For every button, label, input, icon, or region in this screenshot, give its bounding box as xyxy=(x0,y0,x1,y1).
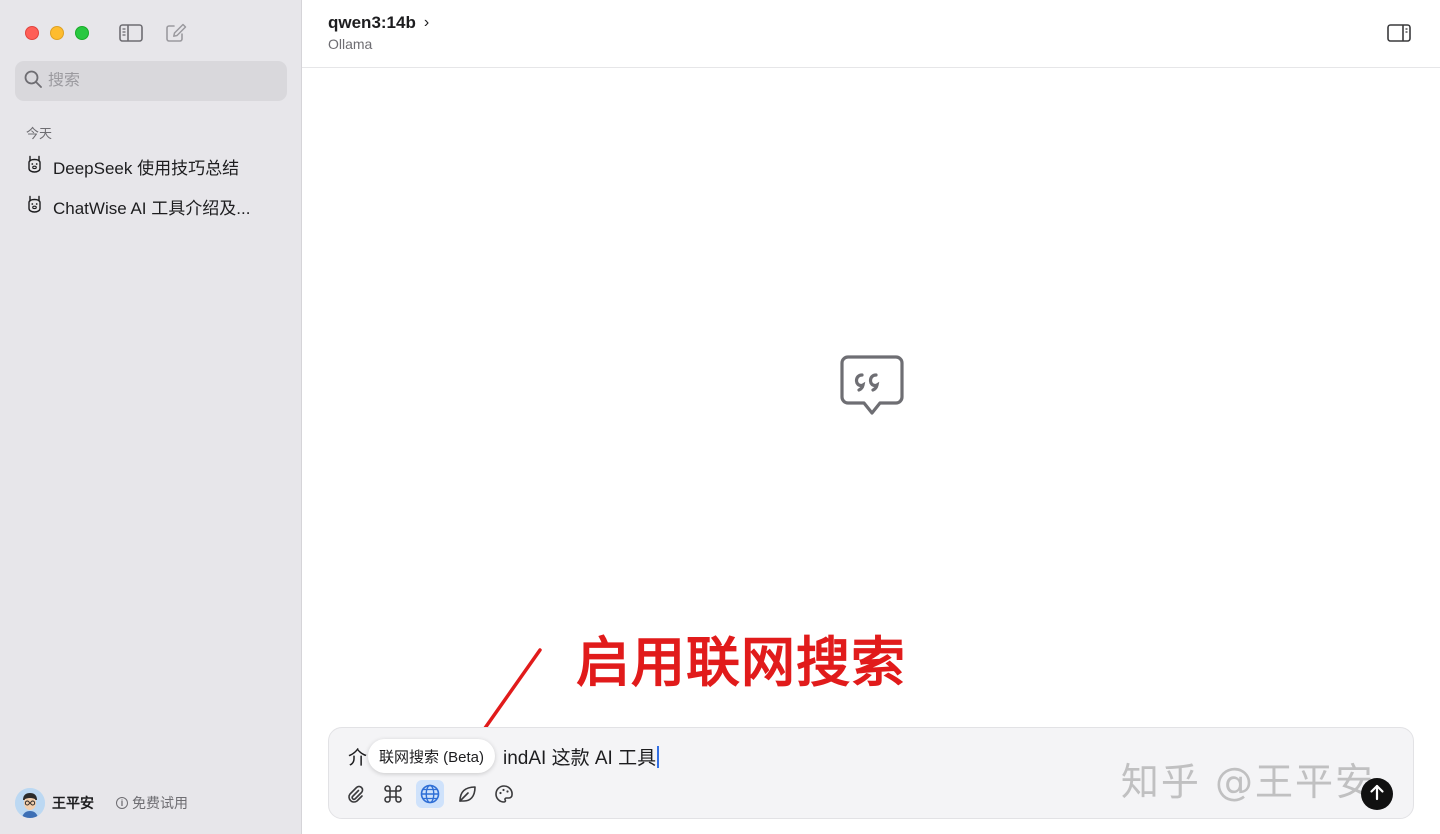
new-chat-icon[interactable] xyxy=(162,20,190,46)
text-caret xyxy=(657,746,660,768)
leaf-icon[interactable] xyxy=(453,780,481,808)
conversation-title: ChatWise AI 工具介绍及... xyxy=(53,198,251,218)
close-window-button[interactable] xyxy=(25,26,39,40)
conversation-title: DeepSeek 使用技巧总结 xyxy=(53,158,240,178)
conversation-item[interactable]: DeepSeek 使用技巧总结 xyxy=(18,149,284,183)
chat-header: qwen3:14b › Ollama xyxy=(302,0,1440,68)
app-window: 今天 DeepSeek 使用技巧总结 ChatWise AI 工具介绍及... … xyxy=(0,0,1440,834)
free-trial-label: 免费试用 xyxy=(132,795,188,811)
command-icon[interactable] xyxy=(379,780,407,808)
search-icon xyxy=(24,70,42,93)
right-panel-toggle-icon[interactable] xyxy=(1386,22,1412,44)
model-selector[interactable]: qwen3:14b › xyxy=(328,13,429,33)
llama-icon xyxy=(26,154,43,178)
minimize-window-button[interactable] xyxy=(50,26,64,40)
web-search-tooltip: 联网搜索 (Beta) xyxy=(368,739,496,773)
chevron-right-icon: › xyxy=(423,14,430,31)
chat-bubble-quote-icon xyxy=(840,355,904,417)
provider-label: Ollama xyxy=(328,36,373,52)
message-composer[interactable]: 介 indAI 这款 AI 工具 联网搜索 (Beta) 知乎 @王平安 xyxy=(328,727,1414,819)
model-name: qwen3:14b xyxy=(328,13,416,32)
info-icon: i xyxy=(116,797,128,809)
watermark: 知乎 @王平安 xyxy=(1120,760,1375,804)
section-label-today: 今天 xyxy=(26,126,53,141)
message-text-end: indAI 这款 AI 工具 xyxy=(503,748,657,769)
conversation-item[interactable]: ChatWise AI 工具介绍及... xyxy=(18,189,284,223)
user-name: 王平安 xyxy=(52,795,94,811)
sidebar: 今天 DeepSeek 使用技巧总结 ChatWise AI 工具介绍及... … xyxy=(0,0,302,834)
palette-icon[interactable] xyxy=(490,780,518,808)
send-button[interactable] xyxy=(1361,778,1393,810)
globe-icon[interactable] xyxy=(416,780,444,808)
search-box[interactable] xyxy=(15,61,287,101)
llama-icon xyxy=(26,194,43,218)
annotation-callout: 启用联网搜索 xyxy=(576,631,906,694)
sidebar-toggle-icon[interactable] xyxy=(117,20,145,46)
attachment-icon[interactable] xyxy=(341,780,369,808)
search-input[interactable] xyxy=(48,72,268,90)
message-text-start: 介 xyxy=(348,748,368,769)
arrow-up-icon xyxy=(1368,783,1386,806)
user-profile[interactable]: 王平安 i 免费试用 xyxy=(15,788,188,818)
main-panel: qwen3:14b › Ollama 启用联网搜索 介 indAI 这款 AI 工… xyxy=(302,0,1440,834)
zoom-window-button[interactable] xyxy=(75,26,89,40)
avatar[interactable] xyxy=(15,788,45,818)
free-trial-link[interactable]: i 免费试用 xyxy=(116,793,188,813)
